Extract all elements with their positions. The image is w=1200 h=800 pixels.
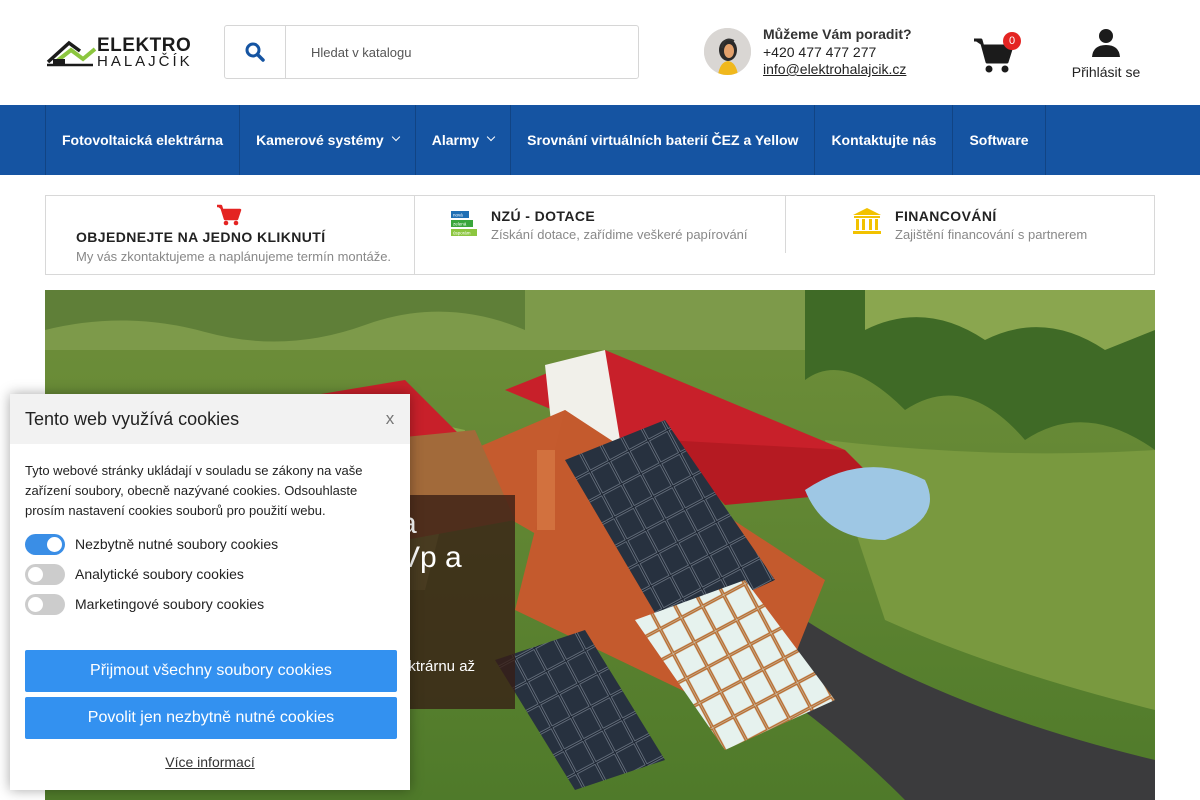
close-button[interactable]: x <box>380 409 400 429</box>
main-navigation: Fotovoltaická elektrárna Kamerové systém… <box>0 105 1200 175</box>
nav-item-fotovoltaicka-elektrarna[interactable]: Fotovoltaická elektrárna <box>46 105 241 175</box>
cookie-toggle-label: Analytické soubory cookies <box>75 566 244 582</box>
cookie-consent-dialog: Tento web využívá cookies x Tyto webové … <box>10 394 410 790</box>
nav-item-label: Kontaktujte nás <box>831 132 937 148</box>
feature-title: FINANCOVÁNÍ <box>895 208 997 224</box>
feature-subtitle: Získání dotace, zařídime veškeré papírov… <box>491 227 748 242</box>
cart-button[interactable]: 0 <box>973 32 1023 74</box>
site-logo[interactable]: ELEKTRO HALAJČÍK <box>45 33 195 73</box>
nav-item-label: Fotovoltaická elektrárna <box>62 132 224 148</box>
toggle-knob <box>47 537 62 552</box>
nav-item-label: Srovnání virtuálních baterií ČEZ a Yello… <box>527 132 799 148</box>
cookie-toggle-analytics[interactable]: Analytické soubory cookies <box>25 564 395 586</box>
advisor-contact: Můžeme Vám poradit? +420 477 477 277 inf… <box>704 26 944 80</box>
advisor-photo-icon <box>704 28 751 75</box>
feature-nzu-dotace[interactable]: nová zelená úsporám NZÚ - DOTACE Získání… <box>415 196 785 274</box>
nav-item-software[interactable]: Software <box>953 105 1046 175</box>
cookie-description: Tyto webové stránky ukládají v souladu s… <box>25 463 363 518</box>
nzu-logo-icon: nová zelená úsporám <box>451 211 477 236</box>
hero-subtext: ektrárnu až <box>400 658 476 675</box>
user-icon <box>1092 29 1120 57</box>
more-info-link[interactable]: Více informací <box>10 754 410 770</box>
advisor-phone[interactable]: +420 477 477 277 <box>763 44 876 60</box>
logo-text-bottom: HALAJČÍK <box>97 53 193 70</box>
nav-item-label: Kamerové systémy <box>256 132 384 148</box>
toggle-knob <box>28 567 43 582</box>
advisor-email-link[interactable]: info@elektrohalajcik.cz <box>763 61 906 77</box>
toggle-switch-off[interactable] <box>25 564 65 585</box>
cookie-dialog-header: Tento web využívá cookies x <box>10 394 410 444</box>
bank-icon <box>853 208 881 234</box>
nav-item-srovnani-baterii[interactable]: Srovnání virtuálních baterií ČEZ a Yello… <box>511 105 816 175</box>
cookie-toggle-necessary[interactable]: Nezbytně nutné soubory cookies <box>25 534 395 556</box>
toggle-knob <box>28 597 43 612</box>
cookie-dialog-title: Tento web využívá cookies <box>25 409 240 429</box>
cart-count-badge: 0 <box>1003 32 1021 50</box>
accept-all-cookies-button[interactable]: Přijmout všechny soubory cookies <box>25 650 397 692</box>
advisor-title: Můžeme Vám poradit? <box>763 26 912 42</box>
accept-necessary-cookies-button[interactable]: Povolit jen nezbytně nutné cookies <box>25 697 397 739</box>
feature-financovani[interactable]: FINANCOVÁNÍ Zajištění financování s part… <box>785 196 1155 253</box>
chevron-down-icon <box>486 132 496 142</box>
nav-item-label: Software <box>969 132 1029 148</box>
house-logo-icon <box>46 40 97 67</box>
nav-item-kontaktujte-nas[interactable]: Kontaktujte nás <box>815 105 954 175</box>
login-button[interactable]: Přihlásit se <box>1062 28 1150 84</box>
features-bar: OBJEDNEJTE NA JEDNO KLIKNUTÍ My vás zkon… <box>45 195 1155 275</box>
feature-subtitle: My vás zkontaktujeme a naplánujeme termí… <box>76 249 392 264</box>
chevron-down-icon <box>391 132 400 142</box>
login-label: Přihlásit se <box>1071 64 1141 80</box>
svg-text:zelená: zelená <box>453 222 467 227</box>
nav-item-label: Alarmy <box>431 132 480 148</box>
search-input[interactable] <box>287 26 637 78</box>
cookie-toggle-marketing[interactable]: Marketingové soubory cookies <box>25 594 395 616</box>
nav-item-alarmy[interactable]: Alarmy <box>416 105 512 175</box>
nav-item-kamerove-systemy[interactable]: Kamerové systémy <box>240 105 416 175</box>
toggle-switch-off[interactable] <box>25 594 65 615</box>
advisor-avatar <box>704 28 751 75</box>
search-icon <box>245 42 265 62</box>
feature-title: OBJEDNEJTE NA JEDNO KLIKNUTÍ <box>76 229 326 245</box>
feature-subtitle: Zajištění financování s partnerem <box>895 227 1088 242</box>
cart-icon <box>217 204 242 226</box>
cookie-toggle-label: Marketingové soubory cookies <box>75 596 265 612</box>
svg-text:nová: nová <box>453 213 463 218</box>
svg-text:úsporám: úsporám <box>453 231 471 236</box>
feature-one-click-order[interactable]: OBJEDNEJTE NA JEDNO KLIKNUTÍ My vás zkon… <box>46 196 415 274</box>
cookie-toggle-label: Nezbytně nutné soubory cookies <box>75 536 279 552</box>
feature-title: NZÚ - DOTACE <box>491 208 596 224</box>
toggle-switch-on[interactable] <box>25 534 65 555</box>
search-button[interactable] <box>225 26 286 78</box>
search-box <box>224 25 639 79</box>
site-header: ELEKTRO HALAJČÍK Můžeme Vám poradit? +42… <box>0 0 1200 105</box>
